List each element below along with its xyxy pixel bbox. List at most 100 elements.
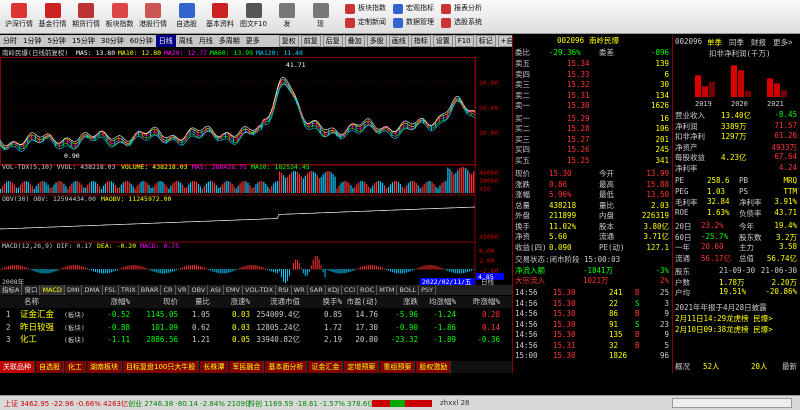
- indicator-tab-17[interactable]: KDJ: [326, 285, 343, 295]
- sector-tab-3[interactable]: 湖南板块: [87, 361, 122, 373]
- table-header-cell[interactable]: 名称: [24, 296, 39, 308]
- period-tab-8[interactable]: 月线: [196, 35, 216, 47]
- sector-tab-10[interactable]: 重组预案: [380, 361, 416, 373]
- toolbar-button-3[interactable]: 板块指数: [103, 2, 137, 32]
- sector-tab-5[interactable]: 长株潭: [200, 361, 229, 373]
- macd-bar: [285, 269, 286, 284]
- period-tab-5[interactable]: 60分钟: [127, 35, 156, 47]
- period-tab-9[interactable]: 多周期: [216, 35, 243, 47]
- period-tab-10[interactable]: 更多: [243, 35, 263, 47]
- indicator-tab-10[interactable]: OBV: [189, 285, 209, 295]
- right-tab-1[interactable]: 同季: [729, 37, 744, 48]
- sector-tab-0[interactable]: 关联品种: [0, 361, 35, 373]
- period-tab-6[interactable]: 日线: [155, 35, 176, 47]
- chart-tool-7[interactable]: 设置: [432, 35, 453, 47]
- period-tab-3[interactable]: 15分钟: [69, 35, 98, 47]
- table-header-cell[interactable]: 昨涨幅%: [473, 296, 500, 308]
- table-row[interactable]: 1 证金汇金 (板块) -0.52 1145.05 1.05 0.03 254009.4亿 0.…: [0, 309, 512, 321]
- sector-tab-7[interactable]: 基本面分析: [265, 361, 308, 373]
- sector-tab-8[interactable]: 证金汇金: [308, 361, 344, 373]
- table-header-cell[interactable]: 均涨幅%: [429, 296, 456, 308]
- right-tab-0[interactable]: 单季: [707, 37, 722, 48]
- chart-tool-4[interactable]: 多股: [366, 35, 387, 47]
- indicator-tab-16[interactable]: SAR: [308, 285, 326, 295]
- table-header-cell[interactable]: 换手%: [322, 296, 342, 308]
- indicator-tab-13[interactable]: VOL-TDX: [243, 285, 277, 295]
- indicator-tab-15[interactable]: WR: [292, 285, 308, 295]
- table-row[interactable]: 2 昨日较强 (板块) -0.88 101.09 0.62 0.03 12805.24亿 1.7…: [0, 322, 512, 334]
- sector-tab-4[interactable]: 目标复盘100只大牛股: [123, 361, 200, 373]
- toolbar-button-4[interactable]: 港股行情: [136, 2, 170, 32]
- sector-tab-1[interactable]: 自选股: [36, 361, 64, 373]
- chart-tool-3[interactable]: 叠加: [344, 35, 365, 47]
- indicator-tab-18[interactable]: CCI: [342, 285, 359, 295]
- chart-tool-8[interactable]: F10: [454, 35, 474, 47]
- indicator-tab-7[interactable]: BRAR: [139, 285, 162, 295]
- toolbar-menu-4[interactable]: 数据管理: [393, 17, 434, 30]
- toolbar-button-9[interactable]: 现: [304, 2, 338, 32]
- indicator-tab-14[interactable]: RSI: [276, 285, 292, 295]
- news-item[interactable]: 2月10日09:38龙虎榜 民爆>: [675, 324, 773, 335]
- toolbar-button-7[interactable]: 图文F10: [237, 2, 271, 32]
- indicator-tab-6[interactable]: TRIX: [119, 285, 139, 295]
- indicator-tab-20[interactable]: MTM: [377, 285, 398, 295]
- table-row[interactable]: 3 化工 (板块) -1.11 2886.56 1.21 0.05 33940.82亿 2.19…: [0, 334, 512, 346]
- table-header-cell[interactable]: 市盈(动): [346, 296, 378, 308]
- news-item[interactable]: 2021年年报于4月28日披露: [675, 302, 767, 313]
- table-header-cell[interactable]: 现价: [163, 296, 178, 308]
- sector-tab-2[interactable]: 化工: [65, 361, 86, 373]
- chart-tool-0[interactable]: 复权: [278, 35, 299, 47]
- sector-tab-6[interactable]: 军民融合: [229, 361, 265, 373]
- volume-bar: [134, 188, 136, 193]
- table-header-cell[interactable]: 涨速%: [230, 296, 250, 308]
- sector-tab-11[interactable]: 股权激励: [416, 361, 452, 373]
- toolbar-menu-3[interactable]: 定制新闻: [345, 17, 386, 30]
- indicator-tab-19[interactable]: ROC: [358, 285, 378, 295]
- indicator-tab-4[interactable]: DMA: [82, 285, 103, 295]
- toolbar-button-8[interactable]: 发: [270, 2, 304, 32]
- indicator-tab-11[interactable]: ASI: [208, 285, 224, 295]
- chart-tool-9[interactable]: 标记: [475, 35, 496, 47]
- toolbar-menu-0[interactable]: 板块指数: [345, 3, 386, 16]
- period-tab-1[interactable]: 1分钟: [20, 35, 44, 47]
- chart-tool-5[interactable]: 画线: [388, 35, 409, 47]
- chart-tool-6[interactable]: 指标: [410, 35, 431, 47]
- table-header-cell[interactable]: 涨跌: [403, 296, 418, 308]
- period-tab-0[interactable]: 分时: [0, 35, 20, 47]
- indicator-tab-9[interactable]: VR: [176, 285, 190, 295]
- toolbar-menu-5[interactable]: 选股系统: [441, 17, 482, 30]
- table-header-cell[interactable]: 流通市值: [270, 296, 300, 308]
- indicator-tab-0[interactable]: 指标A: [0, 285, 23, 295]
- indicator-tab-12[interactable]: EMV: [224, 285, 243, 295]
- period-tab-7[interactable]: 周线: [176, 35, 196, 47]
- right-tab-2[interactable]: 财报: [751, 37, 766, 48]
- toolbar-button-2[interactable]: 期货行情: [69, 2, 103, 32]
- macd-bar: [352, 269, 354, 271]
- chart-tool-2[interactable]: 后复: [322, 35, 343, 47]
- indicator-tab-5[interactable]: FSL: [103, 285, 119, 295]
- sector-tab-9[interactable]: 定增预案: [344, 361, 380, 373]
- right-tab-3[interactable]: 更多>: [773, 37, 793, 48]
- toolbar-button-6[interactable]: 基本资料: [203, 2, 237, 32]
- period-tab-4[interactable]: 30分钟: [98, 35, 127, 47]
- toolbar-button-0[interactable]: 沪深行情: [2, 2, 36, 32]
- kline-chart-area[interactable]: 南岭民爆(日线前复权) MA5: 13.80 MA10: 12.80 MA20: 12…: [0, 47, 512, 295]
- indicator-tab-21[interactable]: BOLL: [397, 285, 420, 295]
- indicator-tab-3[interactable]: DMI: [65, 285, 83, 295]
- indicator-tab-8[interactable]: CR: [161, 285, 176, 295]
- chart-tool-1[interactable]: 前复: [300, 35, 321, 47]
- table-header-cell[interactable]: 量比: [195, 296, 210, 308]
- quote-cell: S: [635, 298, 640, 308]
- system-tray[interactable]: [672, 398, 792, 408]
- news-item[interactable]: 2月11日14:29龙虎榜 民爆>: [675, 313, 773, 324]
- period-tab-2[interactable]: 5分钟: [44, 35, 68, 47]
- toolbar-button-5[interactable]: 自选股: [170, 2, 204, 32]
- toolbar-menu-2[interactable]: 报表分析: [441, 3, 482, 16]
- table-header-cell[interactable]: 涨幅%: [110, 296, 130, 308]
- toolbar-menu-1[interactable]: 宏观指标: [393, 3, 434, 16]
- chart-tool-10[interactable]: +自选: [497, 35, 512, 47]
- indicator-tab-2[interactable]: MACD: [40, 285, 65, 295]
- indicator-tab-1[interactable]: 窗口: [22, 285, 41, 295]
- toolbar-button-1[interactable]: 基金行情: [36, 2, 70, 32]
- indicator-tab-22[interactable]: PSY: [419, 285, 437, 295]
